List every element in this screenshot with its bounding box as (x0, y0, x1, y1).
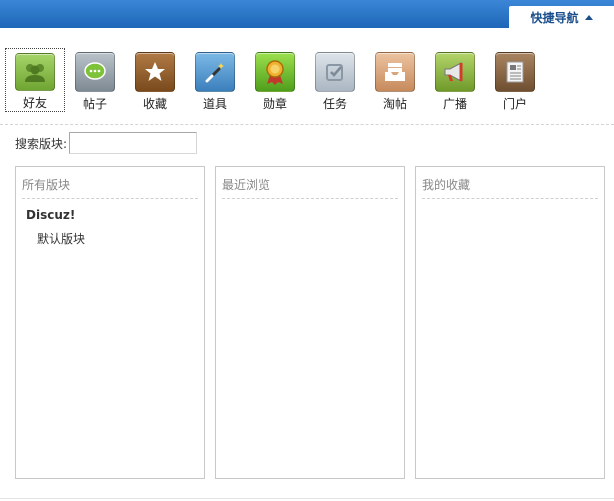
nav-label-favorites: 收藏 (142, 97, 167, 111)
nav-item-tools[interactable]: 道具 (185, 48, 245, 112)
forum-group-discuz[interactable]: Discuz! (26, 208, 204, 222)
top-bar: 快捷导航 (0, 0, 614, 28)
nav-label-friends: 好友 (22, 96, 47, 110)
nav-item-friends[interactable]: 好友 (5, 48, 65, 112)
star-icon (135, 52, 175, 92)
inbox-tray-icon (375, 52, 415, 92)
nav-label-tools: 道具 (202, 97, 227, 111)
caret-up-icon (584, 15, 593, 20)
nav-label-posts: 帖子 (82, 97, 107, 111)
quick-nav-button[interactable]: 快捷导航 (509, 6, 614, 28)
forum-search: 搜索版块: (15, 132, 198, 154)
newspaper-icon (495, 52, 535, 92)
medal-icon (255, 52, 295, 92)
magic-wand-icon (195, 52, 235, 92)
panel-title-recent: 最近浏览 (222, 176, 398, 199)
nav-label-medals: 勋章 (262, 97, 287, 111)
search-input[interactable] (69, 132, 198, 154)
nav-label-broadcast: 广播 (442, 97, 467, 111)
shortcut-toolbar: 好友 帖子 收藏 道具 勋章 任务 淘帖 广播 门户 (0, 48, 614, 114)
checkbox-icon (315, 52, 355, 92)
bottom-divider (0, 498, 614, 499)
nav-label-collections: 淘帖 (382, 97, 407, 111)
nav-item-favorites[interactable]: 收藏 (125, 48, 185, 112)
nav-label-tasks: 任务 (322, 97, 347, 111)
panel-title-all-forums: 所有版块 (22, 176, 198, 199)
friends-icon (15, 53, 55, 91)
megaphone-icon (435, 52, 475, 92)
panel-recent: 最近浏览 (215, 166, 405, 479)
nav-item-broadcast[interactable]: 广播 (425, 48, 485, 112)
nav-item-collections[interactable]: 淘帖 (365, 48, 425, 112)
section-divider (0, 124, 614, 125)
search-label: 搜索版块: (15, 136, 68, 151)
panel-title-favorites: 我的收藏 (422, 176, 598, 199)
nav-label-portal: 门户 (502, 97, 527, 111)
panel-favorites: 我的收藏 (415, 166, 605, 479)
quick-nav-label: 快捷导航 (530, 10, 579, 25)
nav-item-medals[interactable]: 勋章 (245, 48, 305, 112)
nav-item-posts[interactable]: 帖子 (65, 48, 125, 112)
forum-default[interactable]: 默认版块 (37, 230, 204, 247)
speech-bubble-icon (75, 52, 115, 92)
nav-item-tasks[interactable]: 任务 (305, 48, 365, 112)
panel-all-forums: 所有版块 Discuz! 默认版块 (15, 166, 205, 479)
nav-item-portal[interactable]: 门户 (485, 48, 545, 112)
